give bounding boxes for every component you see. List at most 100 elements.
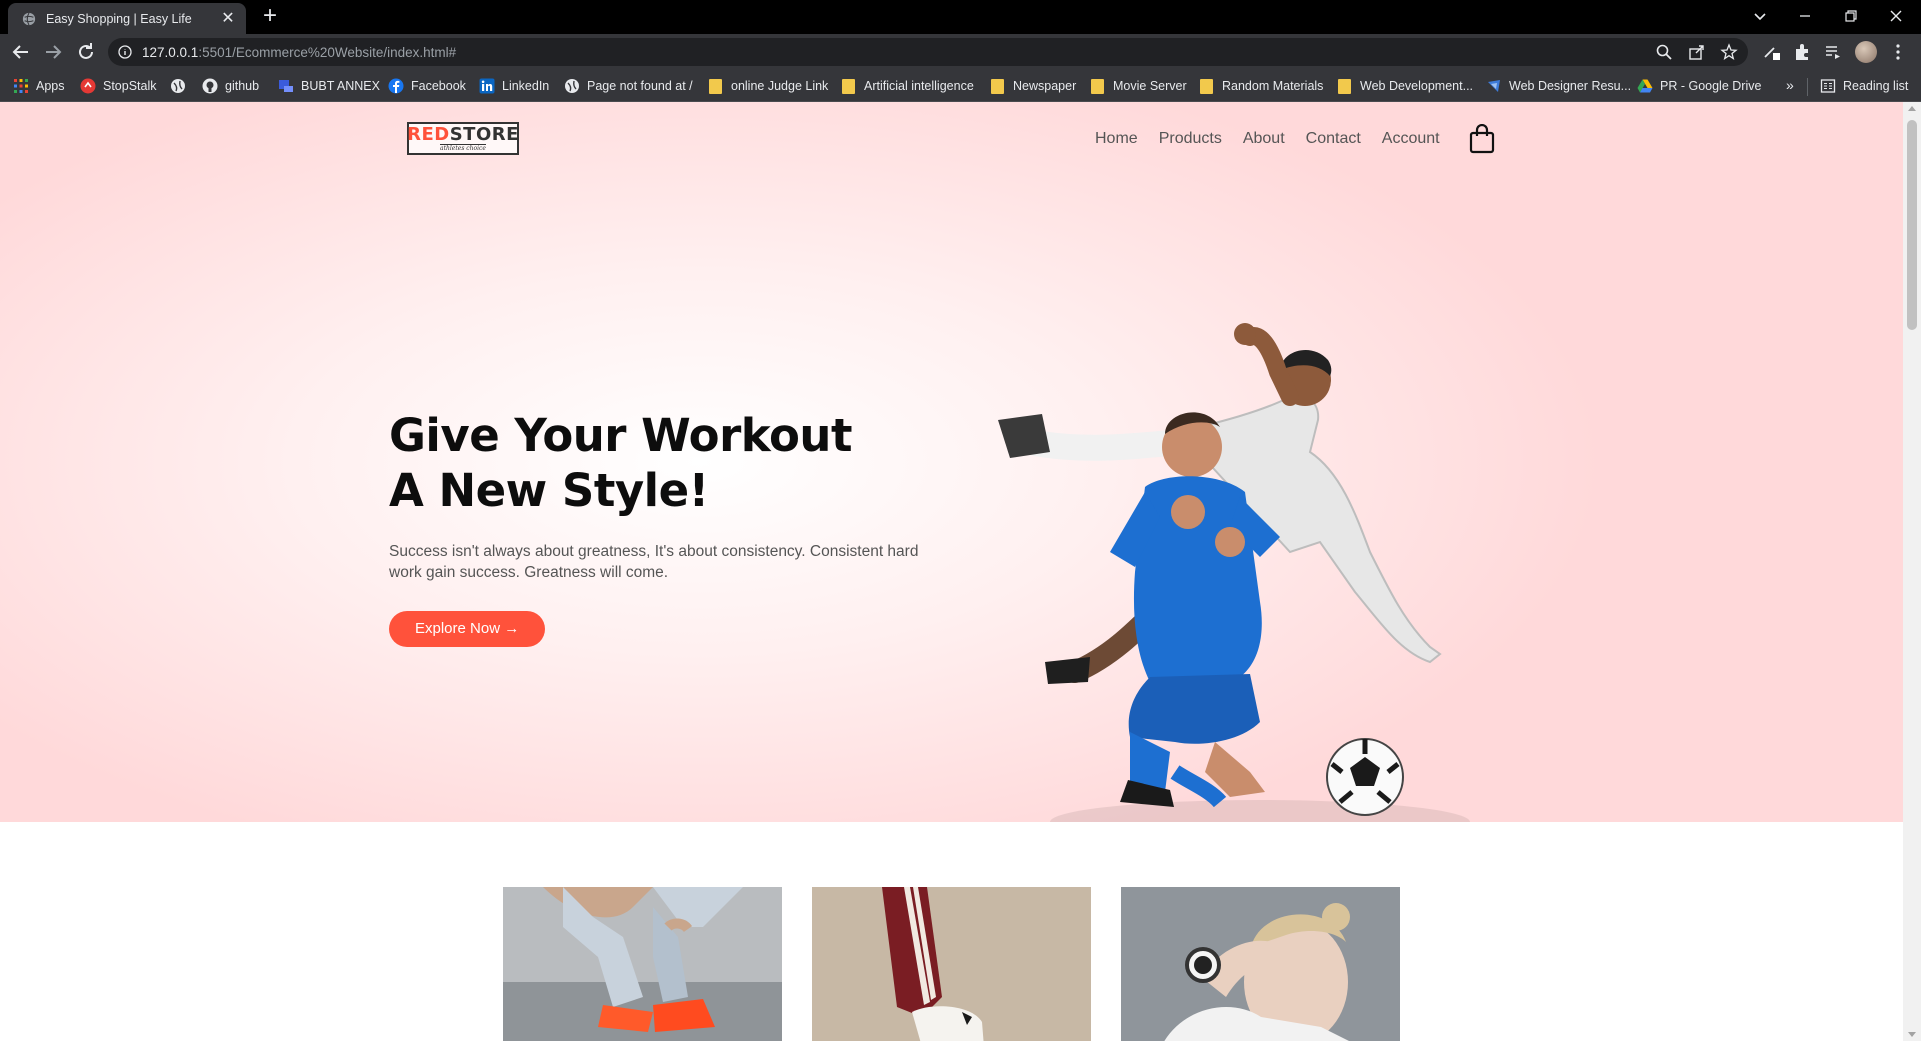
- bookmark-bubt-annex[interactable]: BUBT ANNEX: [278, 77, 380, 95]
- reading-list-button[interactable]: Reading list: [1820, 77, 1908, 95]
- hero-description: Success isn't always about greatness, It…: [389, 543, 919, 581]
- bookmark-newspaper[interactable]: Newspaper: [991, 77, 1076, 95]
- bookmark-github[interactable]: github: [202, 77, 259, 95]
- back-icon[interactable]: [9, 40, 33, 64]
- bookmark-globe[interactable]: [170, 77, 193, 95]
- stopstalk-icon: [80, 78, 96, 94]
- scroll-down-icon[interactable]: [1908, 1032, 1916, 1037]
- globe-icon: [171, 79, 185, 93]
- bookmark-label: github: [225, 79, 260, 93]
- bookmark-label: Apps: [36, 79, 65, 93]
- facebook-icon: [388, 78, 404, 94]
- site-logo[interactable]: REDSTORE athletes choice: [407, 122, 519, 155]
- bookmark-label: Newspaper: [1013, 79, 1077, 93]
- media-queue-icon[interactable]: [1823, 42, 1843, 62]
- bookmarks-divider: [1807, 78, 1808, 96]
- minimize-icon[interactable]: [1793, 4, 1817, 28]
- bookmark-label: StopStalk: [103, 79, 157, 93]
- zoom-icon[interactable]: [1655, 43, 1673, 61]
- logo-tagline: athletes choice: [440, 143, 486, 152]
- bookmark-online-judge-link[interactable]: online Judge Link: [709, 77, 828, 95]
- category-image-smartwatch[interactable]: [1121, 887, 1400, 1041]
- bookmark-stopstalk[interactable]: StopStalk: [80, 77, 157, 95]
- bookmark-web-designer-resume[interactable]: Web Designer Resu...: [1486, 77, 1631, 95]
- scrollbar-thumb[interactable]: [1907, 120, 1917, 330]
- bookmark-page-not-found[interactable]: Page not found at /: [564, 77, 693, 95]
- bookmark-star-icon[interactable]: [1720, 43, 1738, 61]
- scroll-up-icon[interactable]: [1908, 106, 1916, 111]
- new-tab-button[interactable]: +: [258, 4, 282, 29]
- bookmark-label: LinkedIn: [502, 79, 550, 93]
- nav-account[interactable]: Account: [1382, 130, 1440, 148]
- share-icon[interactable]: [1688, 43, 1706, 61]
- bookmark-label: Movie Server: [1113, 79, 1187, 93]
- address-bar[interactable]: 127.0.0.1:5501/Ecommerce%20Website/index…: [108, 38, 1748, 66]
- reload-icon[interactable]: [74, 40, 98, 64]
- bookmark-artificial-intelligence[interactable]: Artificial intelligence: [842, 77, 974, 95]
- profile-avatar[interactable]: [1855, 41, 1877, 63]
- bookmark-label: online Judge Link: [731, 79, 829, 93]
- bookmark-label: Random Materials: [1222, 79, 1324, 93]
- hero-football-players-image: [998, 323, 1470, 844]
- forward-icon[interactable]: [41, 40, 65, 64]
- folder-icon: [991, 78, 1004, 94]
- folder-icon: [842, 78, 855, 94]
- apps-grid-icon: [14, 79, 28, 93]
- category-image-jeans[interactable]: [503, 887, 782, 1041]
- hero-section: REDSTORE athletes choice Home Products A…: [0, 102, 1903, 844]
- browser-tab[interactable]: Easy Shopping | Easy Life ✕: [8, 3, 246, 34]
- tab-title: Easy Shopping | Easy Life: [46, 11, 192, 26]
- restore-icon[interactable]: [1839, 4, 1863, 28]
- bookmark-linkedin[interactable]: LinkedIn: [479, 77, 549, 95]
- shopping-bag-icon[interactable]: [1469, 124, 1495, 154]
- globe-icon: [22, 12, 36, 25]
- page-viewport: REDSTORE athletes choice Home Products A…: [0, 102, 1903, 1041]
- hero-title-line-2: A New Style!: [389, 464, 709, 517]
- bookmark-web-development[interactable]: Web Development...: [1338, 77, 1473, 95]
- globe-icon: [565, 79, 579, 93]
- browser-toolbar: 127.0.0.1:5501/Ecommerce%20Website/index…: [0, 34, 1921, 70]
- google-drive-icon: [1637, 79, 1653, 93]
- bookmark-random-materials[interactable]: Random Materials: [1200, 77, 1323, 95]
- bubt-icon: [279, 80, 293, 92]
- hero-title-line-1: Give Your Workout: [389, 409, 852, 462]
- bookmark-label: PR - Google Drive: [1660, 79, 1762, 93]
- bookmark-facebook[interactable]: Facebook: [388, 77, 466, 95]
- hero-title: Give Your Workout A New Style!: [389, 408, 852, 518]
- bookmark-label: Web Development...: [1360, 79, 1474, 93]
- tab-strip: Easy Shopping | Easy Life ✕ +: [0, 0, 1921, 34]
- explore-now-button[interactable]: Explore Now →: [389, 611, 546, 647]
- bookmark-label: BUBT ANNEX: [301, 79, 380, 93]
- extensions-puzzle-icon[interactable]: [1792, 42, 1812, 62]
- bookmark-google-drive[interactable]: PR - Google Drive: [1637, 77, 1761, 95]
- bookmark-movie-server[interactable]: Movie Server: [1091, 77, 1187, 95]
- categories-section: [0, 822, 1903, 1041]
- category-image-trackpants[interactable]: [812, 887, 1091, 1041]
- tab-search-icon[interactable]: [1748, 4, 1772, 28]
- folder-icon: [1338, 78, 1351, 94]
- bookmark-label: Web Designer Resu...: [1509, 79, 1632, 93]
- nav-home[interactable]: Home: [1095, 130, 1138, 148]
- page-scrollbar[interactable]: [1903, 102, 1921, 1041]
- bookmark-label: Page not found at /: [587, 79, 693, 93]
- logo-wordmark: REDSTORE: [407, 123, 519, 145]
- close-window-icon[interactable]: [1884, 4, 1908, 28]
- reading-list-icon: [1820, 79, 1836, 93]
- bookmark-apps[interactable]: Apps: [13, 77, 65, 95]
- bookmark-label: Facebook: [411, 79, 466, 93]
- github-icon: [202, 78, 218, 94]
- nav-about[interactable]: About: [1243, 130, 1285, 148]
- site-info-icon[interactable]: [118, 45, 132, 59]
- bookmarks-bar: Apps StopStalk github BUBT ANNEX Faceboo…: [0, 70, 1921, 102]
- nav-products[interactable]: Products: [1159, 130, 1222, 148]
- extension-pen-icon[interactable]: [1762, 42, 1782, 62]
- nav-contact[interactable]: Contact: [1306, 130, 1361, 148]
- web-designer-icon: [1488, 80, 1500, 92]
- more-bookmarks-button[interactable]: »: [1786, 77, 1794, 93]
- close-tab-icon[interactable]: ✕: [220, 10, 236, 27]
- menu-kebab-icon[interactable]: [1888, 42, 1908, 62]
- folder-icon: [709, 78, 722, 94]
- bookmark-label: Artificial intelligence: [864, 79, 974, 93]
- bookmark-label: Reading list: [1843, 79, 1909, 93]
- url-text: 127.0.0.1:5501/Ecommerce%20Website/index…: [142, 45, 457, 60]
